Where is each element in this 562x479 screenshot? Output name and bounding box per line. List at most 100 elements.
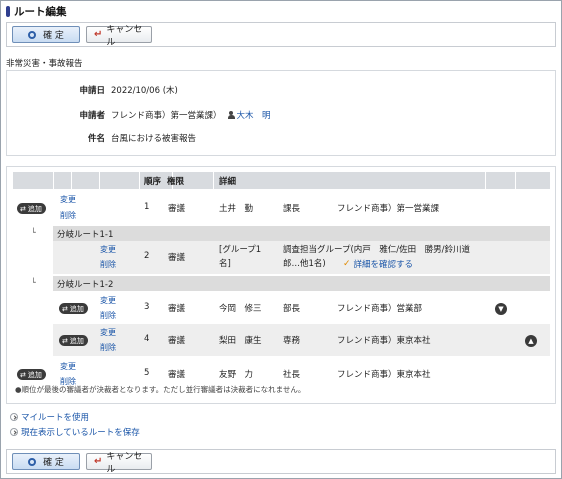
- authority-cell: 審議: [168, 304, 186, 314]
- confirm-detail-label: 詳細を確認する: [353, 260, 414, 270]
- branch-label: 分岐ルート1-2: [53, 276, 550, 291]
- approver-title: 専務: [283, 336, 301, 346]
- use-my-route-label: マイルートを使用: [21, 412, 90, 423]
- cancel-label: キャンセル: [106, 451, 143, 475]
- approver-title: 部長: [283, 304, 301, 314]
- title-marker: [6, 5, 10, 17]
- add-button[interactable]: ⇄ 追加: [17, 369, 46, 380]
- change-link[interactable]: 変更: [60, 361, 76, 372]
- return-arrow-icon: ↵: [94, 29, 103, 40]
- swap-icon: ⇄: [20, 204, 26, 213]
- swap-icon: ⇄: [62, 304, 68, 313]
- delete-link[interactable]: 削除: [100, 342, 116, 353]
- page-header: ルート編集: [6, 4, 67, 18]
- change-link[interactable]: 変更: [100, 244, 116, 255]
- route-row-4: ⇄ 追加 変更 削除 4 審議 梨田 康生 専務 フレンド商事）東京本社 ▲: [53, 324, 550, 356]
- circle-icon: [28, 457, 37, 466]
- return-arrow-icon: ↵: [94, 456, 103, 467]
- page-title: ルート編集: [14, 5, 67, 18]
- applicant-label: 申請者: [79, 111, 105, 121]
- add-button[interactable]: ⇄ 追加: [59, 303, 88, 314]
- authority-cell: 審議: [168, 204, 186, 214]
- applicant-name-link[interactable]: 大木 明: [237, 109, 271, 121]
- add-label: 追加: [27, 370, 42, 379]
- cancel-button[interactable]: ↵ キャンセル: [86, 25, 152, 48]
- approver-name: 友野 力: [219, 370, 254, 380]
- approver-name: 土井 勤: [219, 204, 254, 214]
- route-note: ●順位が最後の審議者が決裁者となります。ただし並行審議者は決裁者になれません。: [15, 385, 306, 394]
- subject-row: 件名 台風における被害報告: [7, 131, 555, 145]
- change-link[interactable]: 変更: [100, 327, 116, 338]
- use-my-route-link[interactable]: マイルートを使用: [10, 409, 140, 424]
- route-table-header: 順序 権限 詳細: [13, 172, 550, 189]
- delete-link[interactable]: 削除: [100, 259, 116, 270]
- form-title: 非常災害・事故報告: [6, 59, 83, 69]
- date-row: 申請日 2022/10/06 (木): [7, 83, 555, 97]
- approver-title: 課長: [283, 204, 301, 214]
- order-cell: 2: [144, 251, 150, 261]
- chevron-right-icon: [10, 427, 18, 436]
- approver-name: 梨田 康生: [219, 336, 262, 346]
- chevron-right-icon: [10, 412, 18, 421]
- route-row-1: ⇄ 追加 変更 削除 1 審議 土井 勤 課長 フレンド商事）第一営業課: [13, 192, 550, 224]
- approver-title: 社長: [283, 370, 301, 380]
- route-row-3: ⇄ 追加 変更 削除 3 審議 今岡 修三 部長 フレンド商事）営業部 ▼: [13, 292, 550, 324]
- bottom-button-bar: 確 定 ↵ キャンセル: [6, 449, 556, 475]
- confirm-label: 確 定: [43, 458, 64, 468]
- route-links: マイルートを使用 現在表示しているルートを保存: [10, 409, 140, 439]
- col-detail: 詳細: [219, 176, 237, 187]
- confirm-label: 確 定: [43, 31, 64, 41]
- approver-dept: フレンド商事）営業部: [337, 304, 423, 314]
- group-name: [グループ1名]: [219, 245, 262, 269]
- add-button[interactable]: ⇄ 追加: [17, 203, 46, 214]
- chevron-down-icon[interactable]: ▼: [495, 303, 507, 315]
- confirm-button[interactable]: 確 定: [12, 453, 80, 470]
- approver-dept: フレンド商事）東京本社: [337, 370, 431, 380]
- save-route-link[interactable]: 現在表示しているルートを保存: [10, 424, 140, 439]
- route-panel: 順序 権限 詳細 ⇄ 追加 変更 削除 1 審議 土井 勤 課長 フレンド商事）…: [6, 166, 556, 404]
- authority-cell: 審議: [168, 253, 186, 263]
- add-label: 追加: [69, 304, 84, 313]
- applicant-row: 申請者 フレンド商事）第一営業課） 大木 明: [7, 108, 555, 122]
- confirm-detail-link[interactable]: ✓ 詳細を確認する: [343, 258, 413, 270]
- branch-row-2: └ 分岐ルート1-2: [13, 276, 550, 291]
- confirm-button[interactable]: 確 定: [12, 26, 80, 43]
- order-cell: 3: [144, 302, 150, 312]
- user-icon: [227, 110, 235, 120]
- delete-link[interactable]: 削除: [100, 310, 116, 321]
- col-authority: 権限: [167, 176, 185, 187]
- cancel-label: キャンセル: [106, 24, 143, 48]
- chevron-up-icon[interactable]: ▲: [525, 335, 537, 347]
- authority-cell: 審議: [168, 370, 186, 380]
- circle-icon: [28, 30, 37, 39]
- branch-label: 分岐ルート1-1: [53, 226, 550, 241]
- subject-label: 件名: [87, 134, 105, 144]
- application-info: 申請日 2022/10/06 (木) 申請者 フレンド商事）第一営業課） 大木 …: [6, 70, 556, 156]
- swap-icon: ⇄: [62, 336, 68, 345]
- top-button-bar: 確 定 ↵ キャンセル: [6, 22, 556, 48]
- swap-icon: ⇄: [20, 370, 26, 379]
- delete-link[interactable]: 削除: [60, 210, 76, 221]
- add-label: 追加: [69, 336, 84, 345]
- branch-connector: └: [31, 278, 36, 287]
- route-row-2: 変更 削除 2 審議 [グループ1名] 調査担当グループ(内戸 雅仁/佐田 勝男…: [53, 241, 550, 274]
- check-icon: ✓: [343, 259, 351, 269]
- approver-dept: フレンド商事）東京本社: [337, 336, 431, 346]
- cancel-button[interactable]: ↵ キャンセル: [86, 452, 152, 475]
- approver-dept: フレンド商事）第一営業課: [337, 204, 440, 214]
- save-route-label: 現在表示しているルートを保存: [21, 427, 140, 438]
- approver-name: 今岡 修三: [219, 304, 262, 314]
- applicant-dept: フレンド商事）第一営業課）: [111, 111, 222, 121]
- order-cell: 1: [144, 202, 150, 212]
- order-cell: 4: [144, 334, 150, 344]
- change-link[interactable]: 変更: [60, 194, 76, 205]
- add-label: 追加: [27, 204, 42, 213]
- date-value: 2022/10/06 (木): [111, 86, 178, 96]
- branch-row-1: └ 分岐ルート1-1: [13, 226, 550, 241]
- change-link[interactable]: 変更: [100, 295, 116, 306]
- branch-connector: └: [31, 228, 36, 237]
- authority-cell: 審議: [168, 336, 186, 346]
- add-button[interactable]: ⇄ 追加: [59, 335, 88, 346]
- col-order: 順序: [144, 176, 162, 187]
- order-cell: 5: [144, 368, 150, 378]
